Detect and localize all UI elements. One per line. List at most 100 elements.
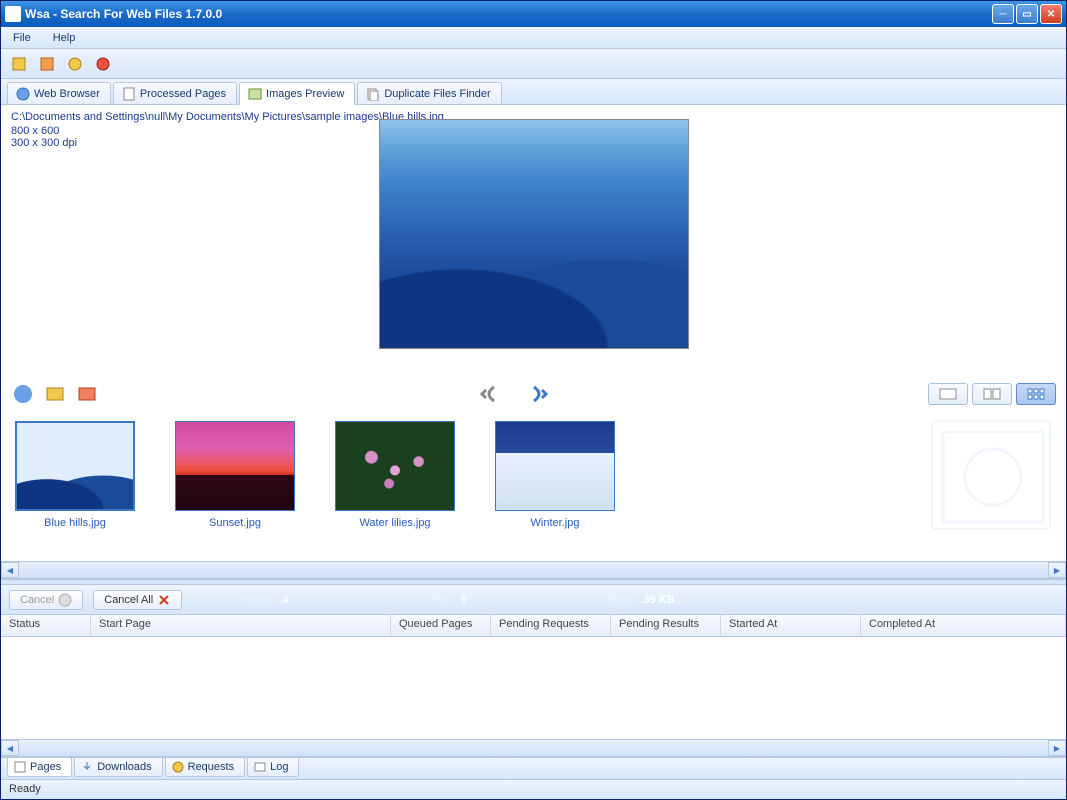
btab-downloads[interactable]: Downloads [74,758,162,777]
stat-pages-value: 4 [282,594,288,606]
btab-requests[interactable]: Requests [165,758,245,777]
grid-scroll-right[interactable]: ▶ [1048,740,1066,756]
scroll-track[interactable] [19,562,1048,578]
scroll-right-button[interactable]: ▶ [1048,562,1066,578]
thumbnail[interactable]: Sunset.jpg [175,421,295,553]
prev-arrow-icon[interactable] [476,382,504,406]
tab-web-browser[interactable]: Web Browser [7,82,111,104]
log-icon [254,761,266,773]
col-start-page[interactable]: Start Page [91,615,391,636]
thumbnail-label: Winter.jpg [531,517,580,529]
scroll-left-button[interactable]: ◀ [1,562,19,578]
window-title: Wsa - Search For Web Files 1.7.0.0 [25,7,992,21]
bottom-panel: Cancel Cancel All Pages: 4 Files: 0 Byte… [1,585,1066,779]
tab-label: Processed Pages [140,88,226,100]
page-icon [122,87,136,101]
toolbar-btn-1[interactable] [7,52,31,76]
thumbnail-image [15,421,135,511]
tab-duplicate-finder[interactable]: Duplicate Files Finder [357,82,501,104]
cancel-all-label: Cancel All [104,594,153,606]
stat-pages-label: Pages: [242,594,276,606]
btab-log[interactable]: Log [247,758,299,777]
thumbnail-label: Blue hills.jpg [44,517,106,529]
stat-files: Files: 0 [429,594,467,606]
thumbnail[interactable]: Water lilies.jpg [335,421,455,553]
cancel-all-button[interactable]: Cancel All [93,590,182,610]
cancel-button[interactable]: Cancel [9,590,83,610]
btab-label: Pages [30,761,61,773]
stat-files-label: Files: [429,594,455,606]
btab-label: Log [270,761,288,773]
preview-image [379,119,689,349]
tab-label: Duplicate Files Finder [384,88,490,100]
page-icon [14,761,26,773]
thumbnail-strip: Blue hills.jpg Sunset.jpg Water lilies.jpg… [1,413,1066,561]
thumbnail-image [495,421,615,511]
thumbnail[interactable]: Winter.jpg [495,421,615,553]
next-arrow-icon[interactable] [524,382,552,406]
bottom-tabs: Pages Downloads Requests Log [1,757,1066,779]
tab-images-preview[interactable]: Images Preview [239,82,355,105]
toolbar-btn-3[interactable] [63,52,87,76]
thumbnail-toolbar [1,375,1066,413]
main-toolbar [1,49,1066,79]
cancel-all-icon [157,593,171,607]
grid-scroll-left[interactable]: ◀ [1,740,19,756]
files-icon [366,87,380,101]
main-tabs: Web Browser Processed Pages Images Previ… [1,79,1066,105]
thumbnail-label: Sunset.jpg [209,517,261,529]
watermark-icon [931,420,1051,530]
col-status[interactable]: Status [1,615,91,636]
thumbnail[interactable]: Blue hills.jpg [15,421,135,553]
thumbnail-image [175,421,295,511]
tab-label: Web Browser [34,88,100,100]
status-text: Ready [9,783,41,795]
col-started[interactable]: Started At [721,615,861,636]
btab-label: Downloads [97,761,151,773]
download-icon [81,761,93,773]
titlebar: Wsa - Search For Web Files 1.7.0.0 ─ ▭ ✕ [1,1,1066,27]
tab-processed-pages[interactable]: Processed Pages [113,82,237,104]
stat-bytes-value: 39 KB [644,594,675,606]
thumb-tool-2[interactable] [43,382,67,406]
btab-label: Requests [188,761,234,773]
maximize-button[interactable]: ▭ [1016,4,1038,24]
col-pending-res[interactable]: Pending Results [611,615,721,636]
statusbar: Ready [1,779,1066,799]
close-button[interactable]: ✕ [1040,4,1062,24]
cancel-icon [58,593,72,607]
grid-scrollbar[interactable]: ◀ ▶ [1,739,1066,757]
stat-files-value: 0 [461,594,467,606]
bottom-toolbar: Cancel Cancel All Pages: 4 Files: 0 Byte… [1,585,1066,615]
stat-pages: Pages: 4 [242,594,288,606]
toolbar-btn-2[interactable] [35,52,59,76]
request-icon [172,761,184,773]
view-mode-1[interactable] [928,383,968,405]
thumb-tool-1[interactable] [11,382,35,406]
view-mode-2[interactable] [972,383,1012,405]
preview-area: C:\Documents and Settings\null\My Docume… [1,105,1066,375]
view-mode-3[interactable] [1016,383,1056,405]
thumbnail-image [335,421,455,511]
col-pending-req[interactable]: Pending Requests [491,615,611,636]
app-icon [5,6,21,22]
tab-label: Images Preview [266,88,344,100]
globe-icon [16,87,30,101]
menu-help[interactable]: Help [47,30,82,46]
menubar: File Help [1,27,1066,49]
thumb-tool-3[interactable] [75,382,99,406]
minimize-button[interactable]: ─ [992,4,1014,24]
col-queued[interactable]: Queued Pages [391,615,491,636]
grid-body [1,637,1066,739]
cancel-label: Cancel [20,594,54,606]
thumbnail-scrollbar[interactable]: ◀ ▶ [1,561,1066,579]
grid-header: Status Start Page Queued Pages Pending R… [1,615,1066,637]
grid-scroll-track[interactable] [19,740,1048,756]
toolbar-btn-4[interactable] [91,52,115,76]
menu-file[interactable]: File [7,30,37,46]
btab-pages[interactable]: Pages [7,758,72,777]
stat-bytes-label: Bytes: [607,594,638,606]
col-completed[interactable]: Completed At [861,615,1066,636]
stat-bytes: Bytes: 39 KB [607,594,675,606]
image-icon [248,87,262,101]
